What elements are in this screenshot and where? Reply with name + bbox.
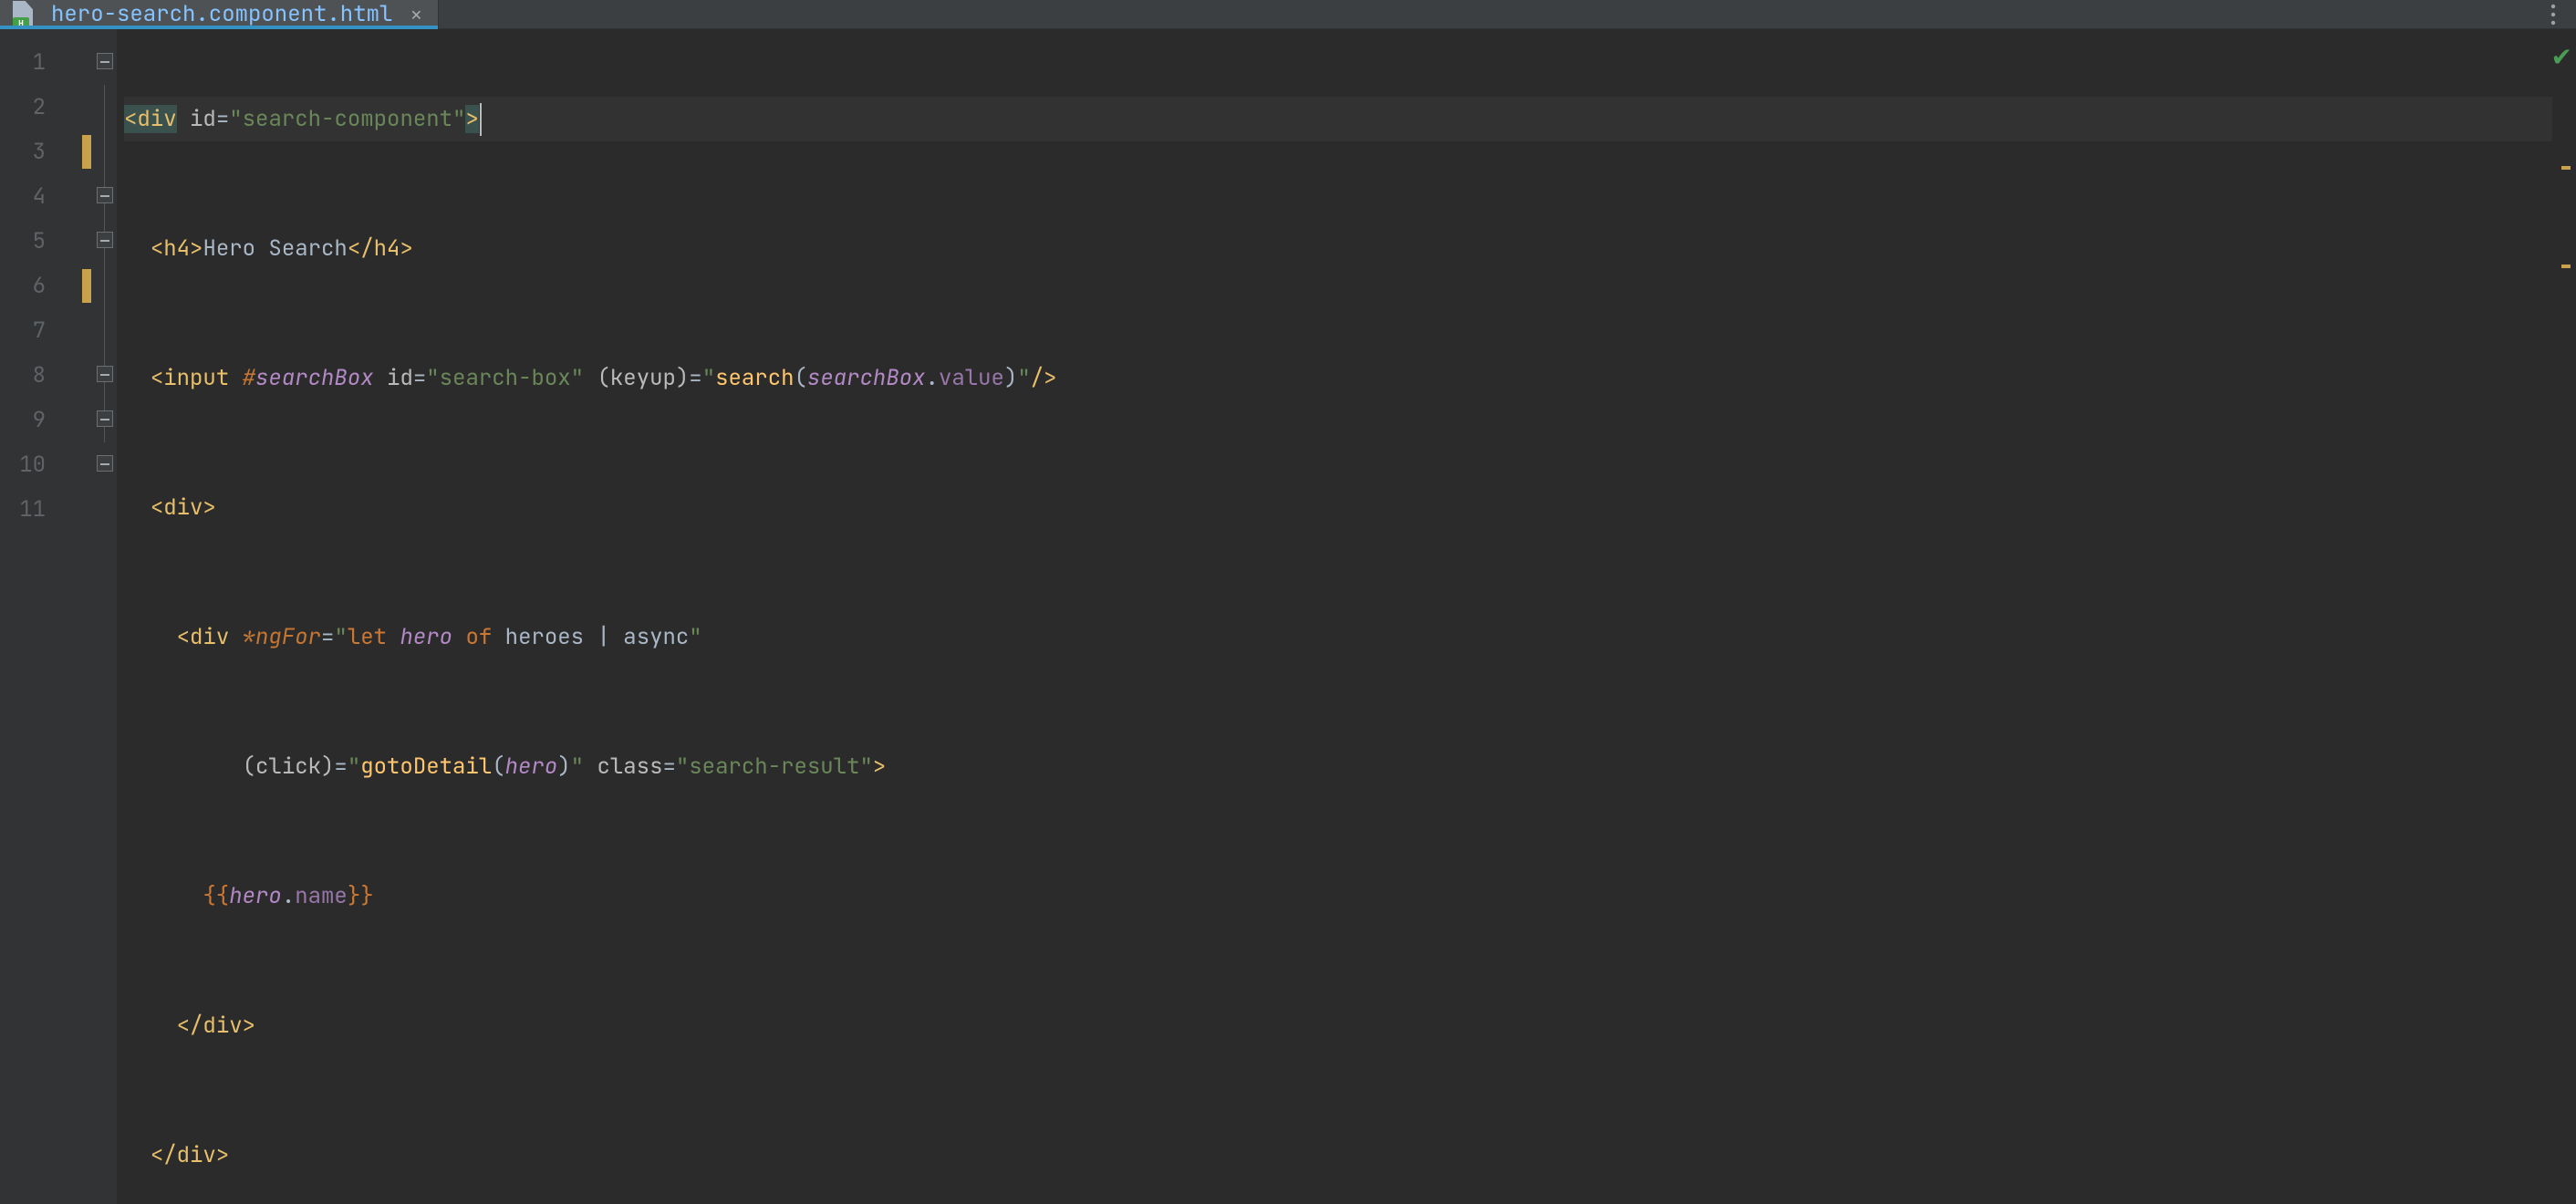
inspection-warning-marker[interactable]	[2561, 265, 2571, 268]
code-line: (click)="gotoDetail(hero)" class="search…	[124, 744, 2552, 789]
code-line: <div id="search-component">	[124, 97, 2552, 141]
code-line: <div *ngFor="let hero of heroes | async"	[124, 615, 2552, 659]
fold-handle-icon[interactable]	[97, 366, 113, 382]
editor-area[interactable]: 1 2 3 4 5 6 7 8 9 10 11 <div id="se	[0, 29, 2576, 1204]
fold-handle-icon[interactable]	[97, 410, 113, 427]
tab-filename: hero-search.component.html	[51, 0, 392, 28]
text-caret	[480, 103, 482, 136]
line-number-gutter: 1 2 3 4 5 6 7 8 9 10 11	[0, 29, 95, 1204]
code-line: {{hero.name}}	[124, 874, 2552, 919]
line-number: 3	[0, 130, 95, 174]
code-line: </div>	[124, 1133, 2552, 1178]
fold-handle-icon[interactable]	[97, 187, 113, 203]
fold-handle-icon[interactable]	[97, 53, 113, 69]
ide-root: H hero-search.component.html ✕ 1 2 3 4 5…	[0, 0, 2576, 1204]
line-number: 10	[0, 442, 95, 487]
inspection-warning-marker[interactable]	[2561, 166, 2571, 170]
inspection-strip[interactable]: ✔	[2552, 29, 2576, 1204]
code-line: <input #searchBox id="search-box" (keyup…	[124, 356, 2552, 400]
line-number: 7	[0, 308, 95, 353]
line-number: 2	[0, 85, 95, 130]
tab-options-menu[interactable]	[2530, 0, 2576, 28]
line-number: 9	[0, 398, 95, 442]
close-icon[interactable]: ✕	[410, 3, 421, 26]
line-number: 11	[0, 487, 95, 532]
line-number: 1	[0, 40, 95, 85]
code-line: <div>	[124, 485, 2552, 530]
line-number: 8	[0, 353, 95, 398]
html-file-icon: H	[13, 1, 40, 28]
line-number: 4	[0, 174, 95, 219]
fold-gutter	[95, 29, 117, 1204]
vcs-change-marker	[82, 269, 91, 303]
vcs-change-marker	[82, 135, 91, 169]
inspection-ok-icon: ✔	[2551, 40, 2572, 74]
code-line: <h4>Hero Search</h4>	[124, 226, 2552, 271]
fold-handle-icon[interactable]	[97, 232, 113, 248]
code-content[interactable]: <div id="search-component"> <h4>Hero Sea…	[117, 29, 2552, 1204]
line-number: 6	[0, 264, 95, 308]
editor-tab-active[interactable]: H hero-search.component.html ✕	[0, 0, 439, 28]
line-number: 5	[0, 219, 95, 264]
tab-bar: H hero-search.component.html ✕	[0, 0, 2576, 29]
fold-handle-icon[interactable]	[97, 455, 113, 472]
code-line: </div>	[124, 1003, 2552, 1048]
